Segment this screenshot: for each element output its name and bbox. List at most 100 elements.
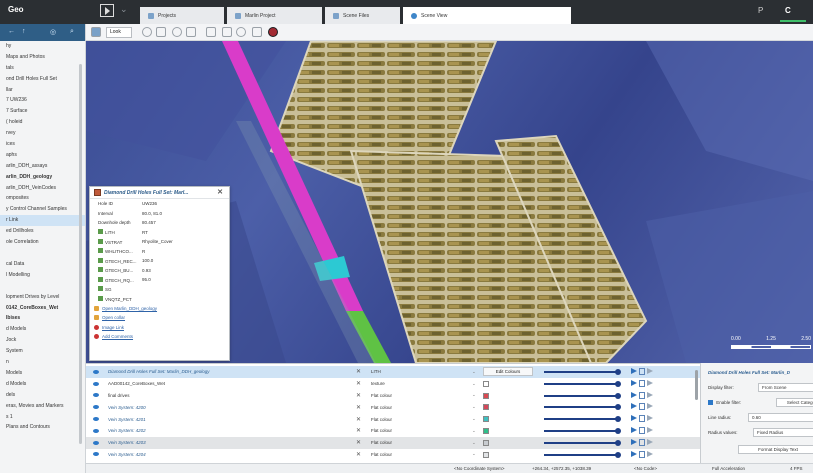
play-icon[interactable] [631,379,637,386]
attribute-key[interactable]: GTECH_RQ... [90,276,142,283]
popup-link[interactable]: Open collar [90,313,229,323]
forward-icon[interactable]: ↑ [22,28,26,35]
chevron-down-icon[interactable]: ⌄ [472,428,476,434]
eye-icon[interactable] [93,393,99,398]
play-outline-icon[interactable] [647,403,653,410]
settings-icon[interactable]: ◎ [50,28,56,36]
sidebar-item[interactable]: System [0,346,85,357]
sidebar-item[interactable]: ond Drill Holes Full Set [0,74,85,85]
layer-row[interactable]: AAD00142_CoreBoxes_Wet ✕ texture ⌄ [86,378,700,390]
layer-row[interactable]: Vein System: 4200 ✕ Flat colour ⌄ [86,401,700,413]
colour-mode-select[interactable]: texture [371,381,385,386]
colour-swatch[interactable] [483,392,489,399]
play-icon[interactable] [631,427,637,433]
layer-row[interactable]: Vein System: 4201 ✕ Flat colour ⌄ [86,413,700,425]
opacity-slider[interactable] [544,416,621,423]
layer-box-icon[interactable] [639,403,645,411]
slider-knob[interactable] [615,380,621,387]
measure-icon[interactable] [236,27,246,37]
layer-row[interactable]: final drives ✕ Flat colour ⌄ [86,390,700,402]
chevron-down-icon[interactable]: ⌄ [472,369,476,375]
sidebar-item[interactable]: Jock [0,335,85,346]
layer-row[interactable]: Vein System: 4204 ✕ Flat colour ⌄ [86,449,700,461]
play-outline-icon[interactable] [647,415,653,422]
play-outline-icon[interactable] [647,368,653,374]
ruler-icon[interactable] [252,27,262,37]
chevron-down-icon[interactable]: ⌄ [472,451,476,457]
enable-filter-checkbox[interactable] [708,400,713,406]
remove-layer-icon[interactable]: ✕ [356,439,361,446]
sidebar-item[interactable]: Models [0,368,85,379]
sidebar-item[interactable]: arlin_DDH_assays [0,161,85,172]
sidebar-item[interactable]: d Models [0,324,85,335]
sidebar-item[interactable]: arlin_DDH_geology [0,172,85,183]
sidebar-item[interactable]: Plans and Contours [0,422,85,433]
view-icon[interactable] [91,27,101,37]
sidebar-item[interactable]: Ibises [0,313,85,324]
chevron-down-icon[interactable]: ⌄ [472,404,476,410]
select-category-button[interactable]: Select Catego [776,398,813,407]
popup-link[interactable]: Image Link [90,323,229,333]
sidebar-item[interactable]: rvey [0,128,85,139]
sidebar-item[interactable]: cal Data [0,259,85,270]
colour-swatch[interactable] [483,428,489,434]
eye-icon[interactable] [93,452,99,457]
attribute-key[interactable]: GTECH_BU... [90,267,142,273]
eye-icon[interactable] [93,381,99,386]
tab-marlin-project[interactable]: Marlin Project [227,7,322,24]
remove-layer-icon[interactable]: ✕ [356,451,361,458]
remove-layer-icon[interactable]: ✕ [356,427,361,434]
play-icon[interactable] [631,450,637,457]
sidebar-item[interactable]: 7 Surface [0,106,85,117]
sidebar-item[interactable]: n [0,357,85,368]
format-display-text-button[interactable]: Format Display Text [738,445,813,454]
layer-row[interactable]: Vein System: 4202 ✕ Flat colour ⌄ [86,425,700,437]
sidebar-item[interactable]: 0142_CoreBoxes_Wet [0,303,85,314]
look-dropdown[interactable]: Look [106,27,132,38]
colour-mode-select[interactable]: Flat colour [371,428,392,433]
user-c-icon[interactable]: C [785,6,791,15]
sidebar-item[interactable]: l Modelling [0,270,85,281]
sidebar-item[interactable]: tals [0,63,85,74]
layer-row[interactable]: Vein System: 4203 ✕ Flat colour ⌄ [86,436,700,449]
slice-icon[interactable] [186,27,196,37]
draw-icon[interactable] [222,27,232,37]
play-outline-icon[interactable] [647,391,653,398]
play-outline-icon[interactable] [647,427,653,433]
eye-icon[interactable] [93,440,99,445]
play-outline-icon[interactable] [647,438,653,445]
radius-values-select[interactable]: Fixed Radius [753,428,813,437]
opacity-slider[interactable] [544,369,621,375]
colour-mode-select[interactable]: Flat colour [371,452,392,457]
sidebar-item[interactable]: ole Correlation [0,237,85,248]
remove-layer-icon[interactable]: ✕ [356,416,361,423]
slider-knob[interactable] [615,439,621,446]
slider-knob[interactable] [615,392,621,399]
layer-box-icon[interactable] [639,415,645,423]
close-icon[interactable]: ✕ [217,188,223,196]
eye-icon[interactable] [93,428,99,433]
colour-swatch[interactable] [483,416,489,423]
colour-mode-select[interactable]: Flat colour [371,393,392,398]
sidebar-item[interactable]: arlin_DDH_VeinCodes [0,183,85,194]
attribute-key[interactable]: VSTRAT [90,238,142,245]
line-radius-input[interactable]: 0.60 [748,413,813,422]
attribute-key[interactable]: GTECH_REC... [90,257,142,264]
search-icon[interactable]: ⌕ [70,28,74,36]
colour-mode-select[interactable]: Flat colour [371,417,392,422]
tab-scene-files[interactable]: Scene Files [325,7,400,24]
display-filter-select[interactable]: From Scene [758,383,813,392]
sidebar-item[interactable]: llar [0,85,85,96]
attribute-key[interactable]: VNQTZ_PCT [90,295,142,302]
sidebar-item[interactable]: eras, Movies and Markers [0,401,85,412]
sidebar-item[interactable]: d Models [0,379,85,390]
layer-box-icon[interactable] [639,391,645,399]
chevron-down-icon[interactable]: ⌄ [120,4,128,15]
sidebar-item[interactable]: ( holeid [0,117,85,128]
slider-knob[interactable] [615,369,621,375]
chevron-down-icon[interactable]: ⌄ [472,392,476,398]
back-icon[interactable]: ← [8,28,15,35]
eye-icon[interactable] [93,417,99,422]
colour-swatch[interactable] [483,380,489,387]
remove-layer-icon[interactable]: ✕ [356,392,361,399]
